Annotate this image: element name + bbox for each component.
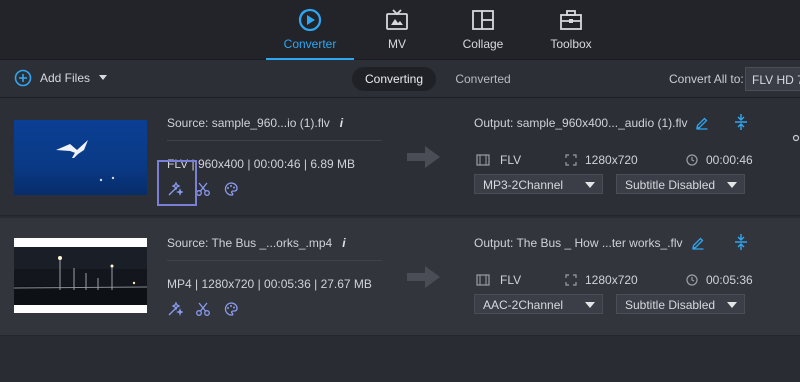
toolbox-icon (559, 7, 583, 33)
chevron-down-icon (727, 182, 737, 188)
video-file-icon (476, 154, 490, 166)
tab-collage[interactable]: Collage (450, 0, 516, 60)
chevron-down-icon[interactable] (98, 74, 108, 82)
video-thumbnail[interactable] (14, 238, 147, 313)
palette-icon[interactable] (223, 301, 239, 317)
info-icon[interactable]: i (340, 116, 343, 130)
output-format: FLV (476, 153, 521, 167)
divider (167, 140, 382, 141)
chevron-down-icon (585, 182, 595, 188)
output-label: Output: The Bus _ How ...ter works_.flv (474, 236, 683, 250)
video-thumbnail[interactable] (14, 120, 147, 195)
output-label: Output: sample_960x400..._audio (1).flv (474, 116, 688, 130)
source-meta: MP4 | 1280x720 | 00:05:36 | 27.67 MB (167, 277, 372, 291)
source-format: MP4 (167, 277, 192, 291)
toolbar: Add Files Converting Converted Convert A… (0, 60, 800, 98)
subtitle-select[interactable]: Subtitle Disabled (616, 174, 745, 194)
output-format-label: FLV (500, 153, 522, 167)
edit-tools (167, 301, 239, 317)
scissors-icon[interactable] (195, 301, 211, 317)
output-resolution-label: 1280x720 (585, 153, 638, 167)
output-filename: Output: sample_960x400..._audio (1).flv (474, 116, 709, 130)
arrow-right-icon (407, 266, 440, 288)
subtitle-value: Subtitle Disabled (625, 298, 716, 312)
edit-pencil-icon[interactable] (695, 116, 709, 130)
file-row: Source: sample_960...io (1).flv i FLV | … (0, 98, 800, 216)
add-files-label: Add Files (40, 71, 91, 85)
tab-converter[interactable]: Converter (266, 0, 354, 60)
tab-mv-label: MV (388, 37, 406, 51)
output-format: FLV (476, 273, 521, 287)
chevron-down-icon (727, 302, 737, 308)
selection-highlight-box (157, 160, 197, 206)
output-format-label: FLV (500, 273, 522, 287)
video-file-icon (476, 274, 490, 286)
compress-icon[interactable] (734, 114, 748, 130)
source-resolution: 960x400 (197, 157, 244, 171)
source-size: 6.89 MB (310, 157, 356, 171)
enhance-icon[interactable] (167, 301, 183, 317)
source-label: Source: The Bus _...orks_.mp4 (167, 236, 333, 250)
empty-list-area (0, 338, 800, 382)
separator: | (195, 277, 199, 291)
tv-icon (385, 7, 409, 33)
source-label: Source: sample_960...io (1).flv (167, 116, 330, 130)
resize-icon (565, 154, 577, 166)
add-files-button[interactable]: Add Files (14, 69, 108, 87)
scissors-icon[interactable] (195, 181, 211, 197)
file-row: Source: The Bus _...orks_.mp4 i MP4 | 12… (0, 218, 800, 336)
info-icon[interactable]: i (342, 236, 345, 250)
output-duration-label: 00:00:46 (706, 153, 753, 167)
audio-track-value: MP3-2Channel (483, 178, 564, 192)
source-filename: Source: sample_960...io (1).flv i (167, 116, 343, 130)
audio-track-select[interactable]: AAC-2Channel (474, 294, 603, 314)
convert-all-format-select[interactable]: FLV HD 72 (745, 67, 800, 91)
audio-track-value: AAC-2Channel (483, 298, 564, 312)
edit-pencil-icon[interactable] (691, 236, 705, 250)
compress-icon[interactable] (734, 234, 748, 250)
output-resolution-label: 1280x720 (585, 273, 638, 287)
output-resolution: 1280x720 (565, 153, 638, 167)
source-duration: 00:05:36 (264, 277, 311, 291)
separator: | (303, 157, 307, 171)
tab-toolbox-label: Toolbox (550, 37, 592, 51)
tab-toolbox[interactable]: Toolbox (536, 0, 606, 60)
add-circle-icon (14, 69, 32, 87)
source-duration: 00:00:46 (253, 157, 301, 171)
tab-converting[interactable]: Converting (352, 67, 436, 91)
arrow-right-icon (407, 146, 440, 168)
tab-converter-label: Converter (283, 37, 337, 51)
resize-icon (565, 274, 577, 286)
output-filename: Output: The Bus _ How ...ter works_.flv (474, 236, 705, 250)
top-navigation: Converter MV Collage Toolbox (0, 0, 800, 60)
source-size: 27.67 MB (320, 277, 372, 291)
output-duration: 00:05:36 (686, 273, 753, 287)
settings-icon[interactable] (792, 134, 800, 142)
separator: | (257, 277, 261, 291)
output-duration: 00:00:46 (686, 153, 753, 167)
tab-collage-label: Collage (462, 37, 504, 51)
subtitle-value: Subtitle Disabled (625, 178, 716, 192)
tab-mv[interactable]: MV (362, 0, 432, 60)
output-duration-label: 00:05:36 (706, 273, 753, 287)
clock-icon (686, 154, 698, 166)
collage-icon (471, 7, 495, 33)
tab-converted[interactable]: Converted (448, 67, 518, 91)
divider (167, 260, 382, 261)
output-resolution: 1280x720 (565, 273, 638, 287)
audio-track-select[interactable]: MP3-2Channel (474, 174, 603, 194)
separator: | (247, 157, 251, 171)
source-filename: Source: The Bus _...orks_.mp4 i (167, 236, 346, 250)
converter-icon (297, 7, 323, 33)
chevron-down-icon (585, 302, 595, 308)
source-resolution: 1280x720 (201, 277, 255, 291)
convert-all-label: Convert All to: (669, 72, 744, 86)
clock-icon (686, 274, 698, 286)
separator: | (314, 277, 318, 291)
palette-icon[interactable] (223, 181, 239, 197)
subtitle-select[interactable]: Subtitle Disabled (616, 294, 745, 314)
